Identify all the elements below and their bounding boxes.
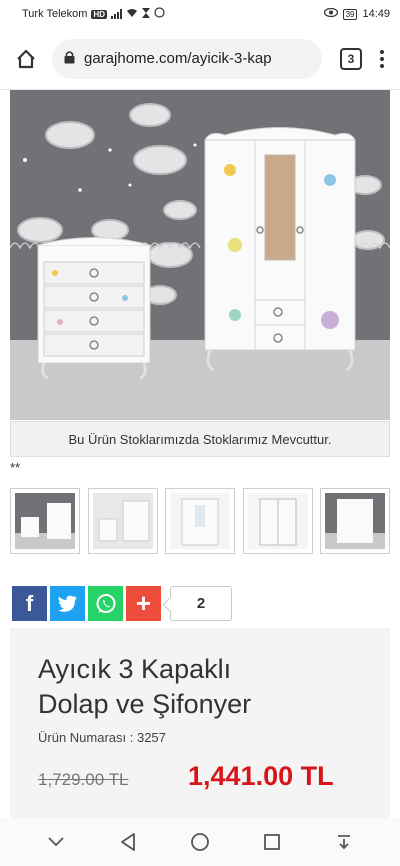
current-price: 1,441.00 TL [188,761,334,791]
thumbnail-4[interactable] [242,488,313,554]
product-title-line1: Ayıcık 3 Kapaklı [38,654,232,684]
tab-switcher-button[interactable]: 3 [340,47,362,70]
hd-badge: HD [91,9,107,19]
share-count: 2 [170,586,232,621]
clock-time: 14:49 [362,8,390,20]
old-price: 1,729.00 TL [38,770,129,789]
stock-caption: Bu Ürün Stoklarımızda Stoklarımız Mevcut… [10,421,390,457]
chevron-down-icon[interactable] [36,822,76,862]
product-title-line2: Dolap ve Şifonyer [38,689,252,719]
browser-toolbar: garajhome.com/ayicik-3-kap 3 [0,28,400,90]
facebook-icon: f [25,590,34,616]
whatsapp-notification-icon [154,7,165,21]
lock-icon [64,50,75,68]
signal-icon [110,9,122,19]
facebook-share-button[interactable]: f [12,586,47,621]
home-icon[interactable] [8,41,44,77]
eye-icon [323,7,338,20]
download-icon[interactable] [324,822,364,862]
plus-icon: + [135,588,152,618]
system-navigation-bar [0,818,400,866]
product-info-panel: Ayıcık 3 Kapaklı Dolap ve Şifonyer Ürün … [10,628,390,818]
hourglass-icon [141,7,150,21]
thumbnail-strip [10,488,390,554]
recents-icon[interactable] [252,822,292,862]
stars-text: ** [10,460,21,475]
product-main-image[interactable] [10,90,390,420]
carrier-name: Turk Telekom [22,8,88,20]
thumbnail-2[interactable] [87,488,158,554]
share-bar: f + 2 [12,586,232,621]
product-sku: Ürün Numarası : 3257 [38,730,166,745]
twitter-share-button[interactable] [50,586,85,621]
whatsapp-icon [96,593,115,613]
thumbnail-5[interactable] [320,488,390,554]
twitter-icon [57,595,77,612]
product-title: Ayıcık 3 Kapaklı Dolap ve Şifonyer [38,652,362,722]
battery-icon: 39 [342,8,358,20]
back-icon[interactable] [108,822,148,862]
more-menu-icon[interactable] [372,49,392,68]
price-row: 1,729.00 TL 1,441.00 TL [38,761,362,792]
home-circle-icon[interactable] [180,822,220,862]
whatsapp-share-button[interactable] [88,586,123,621]
thumbnail-3[interactable] [165,488,235,554]
wifi-icon [126,8,138,21]
address-bar[interactable]: garajhome.com/ayicik-3-kap [52,38,322,79]
more-share-button[interactable]: + [126,586,161,621]
thumbnail-1[interactable] [10,488,80,554]
url-text: garajhome.com/ayicik-3-kap [84,50,272,67]
status-bar: Turk Telekom HD 39 14:49 [0,0,400,28]
